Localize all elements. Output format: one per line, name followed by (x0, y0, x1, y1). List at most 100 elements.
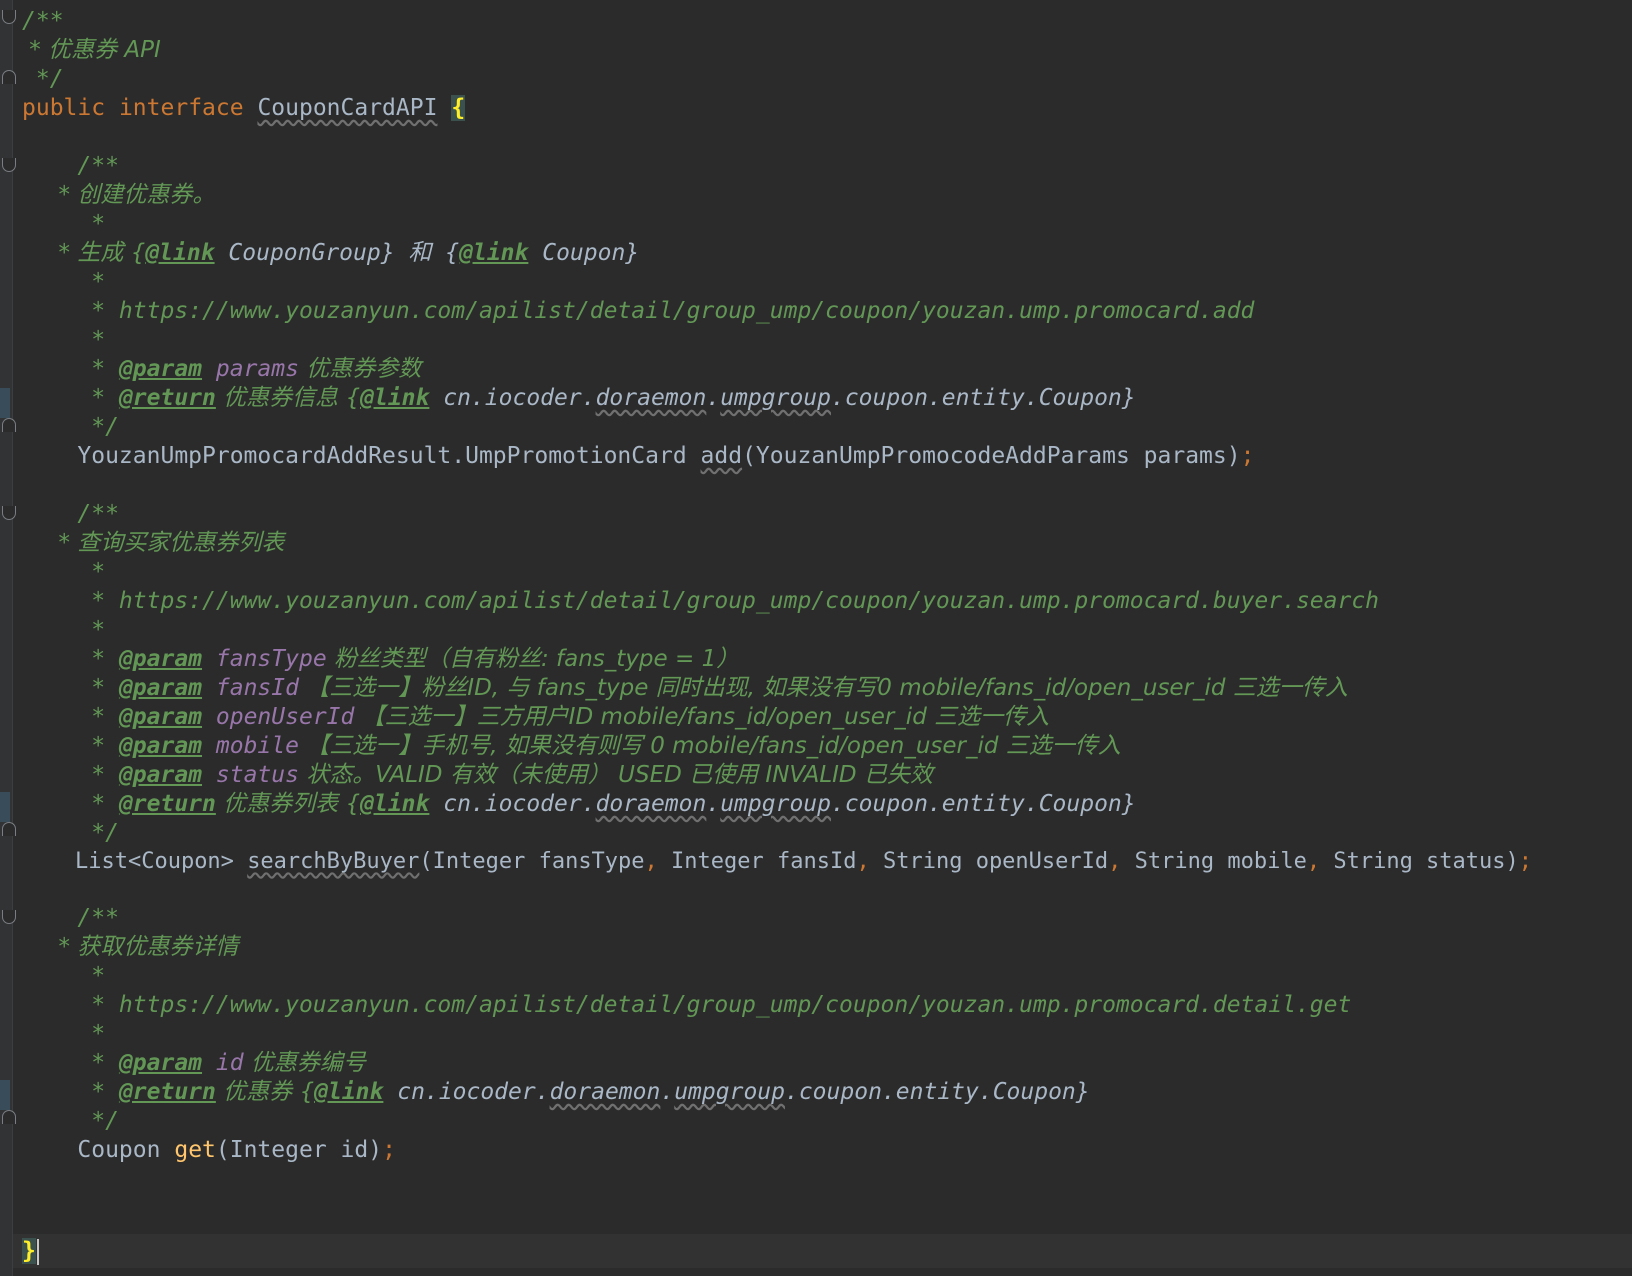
doc-text: 优惠券信息 { (215, 385, 361, 411)
fold-open-icon[interactable] (2, 506, 16, 520)
code-line: */ (22, 414, 119, 440)
code-line: * (22, 559, 106, 585)
interface-name[interactable]: CouponCardAPI (257, 95, 437, 121)
keyword: public (22, 95, 106, 121)
method-name[interactable]: get (174, 1137, 216, 1163)
semicolon: ; (1518, 849, 1533, 874)
code-line: * 获取优惠券详情 (22, 934, 239, 960)
param-tag: @param (118, 646, 203, 672)
code-line: */ (22, 820, 119, 846)
code-line: /** (22, 8, 64, 34)
code-line: * (22, 269, 106, 295)
return-type: List<Coupon> (74, 849, 234, 874)
code-line: * @param status 状态。VALID 有效（未使用） USED 已使… (22, 762, 933, 788)
fold-open-icon[interactable] (2, 10, 16, 24)
code-line: * (22, 211, 106, 237)
method-params: String openUserId (869, 849, 1109, 874)
return-tag: @return (118, 791, 216, 817)
code-line: * @param fansId 【三选一】粉丝ID, 与 fans_type 同… (22, 675, 1348, 701)
doc-text: 【三选一】手机号, 如果没有则写 0 mobile/fans_id/open_u… (298, 733, 1121, 759)
interface-declaration: public interface CouponCardAPI { (22, 93, 466, 123)
doc-text: umpgroup (720, 791, 831, 817)
code-line: * 生成 {@link CouponGroup} 和 {@link Coupon… (22, 238, 640, 268)
doc-text: 优惠券 { (215, 1079, 315, 1105)
code-line: * (22, 1021, 106, 1047)
doc-text: doraemon (549, 1079, 661, 1105)
param-tag: @param (118, 356, 203, 382)
method-params: (Integer fansType (419, 849, 645, 874)
method-params: Integer fansId (657, 849, 857, 874)
doc-url[interactable]: * https://www.youzanyun.com/apilist/deta… (22, 586, 1379, 616)
return-type: YouzanUmpPromocardAddResult.UmpPromotion… (77, 443, 687, 469)
code-line: * 创建优惠券。 (22, 182, 216, 208)
method-params: String mobile (1121, 849, 1307, 874)
fold-close-icon[interactable] (2, 822, 16, 836)
code-line: /** (22, 153, 119, 179)
param-tag: @param (118, 675, 203, 701)
doc-text: 优惠券编号 (243, 1050, 366, 1076)
fold-close-icon[interactable] (2, 418, 16, 432)
code-line: * 优惠券 API (22, 37, 161, 63)
code-line: /** (22, 905, 119, 931)
doc-text: 优惠券参数 (298, 356, 422, 382)
doc-text: cn.iocoder. (383, 1079, 550, 1105)
link-tag: @link (459, 240, 529, 266)
code-editor[interactable]: /** * 优惠券 API */ public interface Coupon… (0, 0, 1632, 1276)
code-line: * (22, 963, 106, 989)
doc-text: cn.iocoder. (429, 791, 596, 817)
method-params: String status) (1320, 849, 1519, 874)
code-line: * @return 优惠券信息 {@link cn.iocoder.doraem… (22, 385, 1136, 411)
link-tag: @link (145, 240, 215, 266)
close-brace: } (22, 1238, 36, 1264)
fold-close-icon[interactable] (2, 1110, 16, 1124)
doc-text: Coupon} (528, 240, 640, 266)
return-tag: @return (118, 385, 216, 411)
doc-text: 【三选一】粉丝ID, 与 fans_type 同时出现, 如果没有写0 mobi… (298, 675, 1348, 701)
code-line: /** (22, 501, 119, 527)
method-declaration: YouzanUmpPromocardAddResult.UmpPromotion… (22, 441, 1254, 471)
change-marker (0, 388, 10, 418)
method-name[interactable]: add (701, 443, 743, 469)
doc-text: cn.iocoder. (429, 385, 596, 411)
doc-text: doraemon (595, 791, 707, 817)
semicolon: ; (382, 1137, 396, 1163)
code-line: * @param fansType 粉丝类型（自有粉丝: fans_type =… (22, 646, 740, 672)
param-name: params (215, 356, 299, 382)
doc-url[interactable]: * https://www.youzanyun.com/apilist/deta… (22, 990, 1351, 1020)
code-line: */ (22, 1108, 119, 1134)
fold-open-icon[interactable] (2, 910, 16, 924)
doc-text: .coupon.entity.Coupon} (830, 385, 1136, 411)
doc-text: doraemon (595, 385, 707, 411)
comma: , (856, 849, 870, 874)
doc-text: umpgroup (674, 1079, 785, 1105)
doc-text: CouponGroup} 和 { (214, 240, 460, 266)
text-caret (36, 1238, 39, 1265)
doc-text: 状态。VALID 有效（未使用） USED 已使用 INVALID 已失效 (298, 762, 933, 788)
param-tag: @param (118, 704, 203, 730)
current-line-highlight (13, 1234, 1632, 1268)
code-line: * @param mobile 【三选一】手机号, 如果没有则写 0 mobil… (22, 733, 1121, 759)
fold-open-icon[interactable] (2, 158, 16, 172)
link-tag: @link (314, 1079, 384, 1105)
method-name[interactable]: searchByBuyer (247, 849, 419, 874)
code-line: * 查询买家优惠券列表 (22, 530, 285, 556)
param-name: status (215, 762, 299, 788)
change-marker (0, 1080, 10, 1110)
doc-text: umpgroup (720, 385, 831, 411)
doc-text: 粉丝类型（自有粉丝: fans_type = 1） (326, 646, 740, 672)
code-line: * (22, 617, 106, 643)
code-line: * @return 优惠券列表 {@link cn.iocoder.doraem… (22, 791, 1136, 817)
doc-text: .coupon.entity.Coupon} (784, 1079, 1090, 1105)
closing-line[interactable]: } (22, 1236, 39, 1266)
code-line: * @param params 优惠券参数 (22, 356, 422, 382)
change-marker (0, 792, 10, 822)
link-tag: @link (360, 385, 430, 411)
code-line: * @param id 优惠券编号 (22, 1050, 366, 1076)
param-tag: @param (118, 1050, 203, 1076)
doc-url[interactable]: * https://www.youzanyun.com/apilist/deta… (22, 296, 1254, 326)
return-tag: @return (118, 1079, 216, 1105)
return-type: Coupon (77, 1137, 161, 1163)
fold-close-icon[interactable] (2, 70, 16, 84)
code-line: * @return 优惠券 {@link cn.iocoder.doraemon… (22, 1079, 1090, 1105)
open-brace: { (451, 95, 466, 121)
